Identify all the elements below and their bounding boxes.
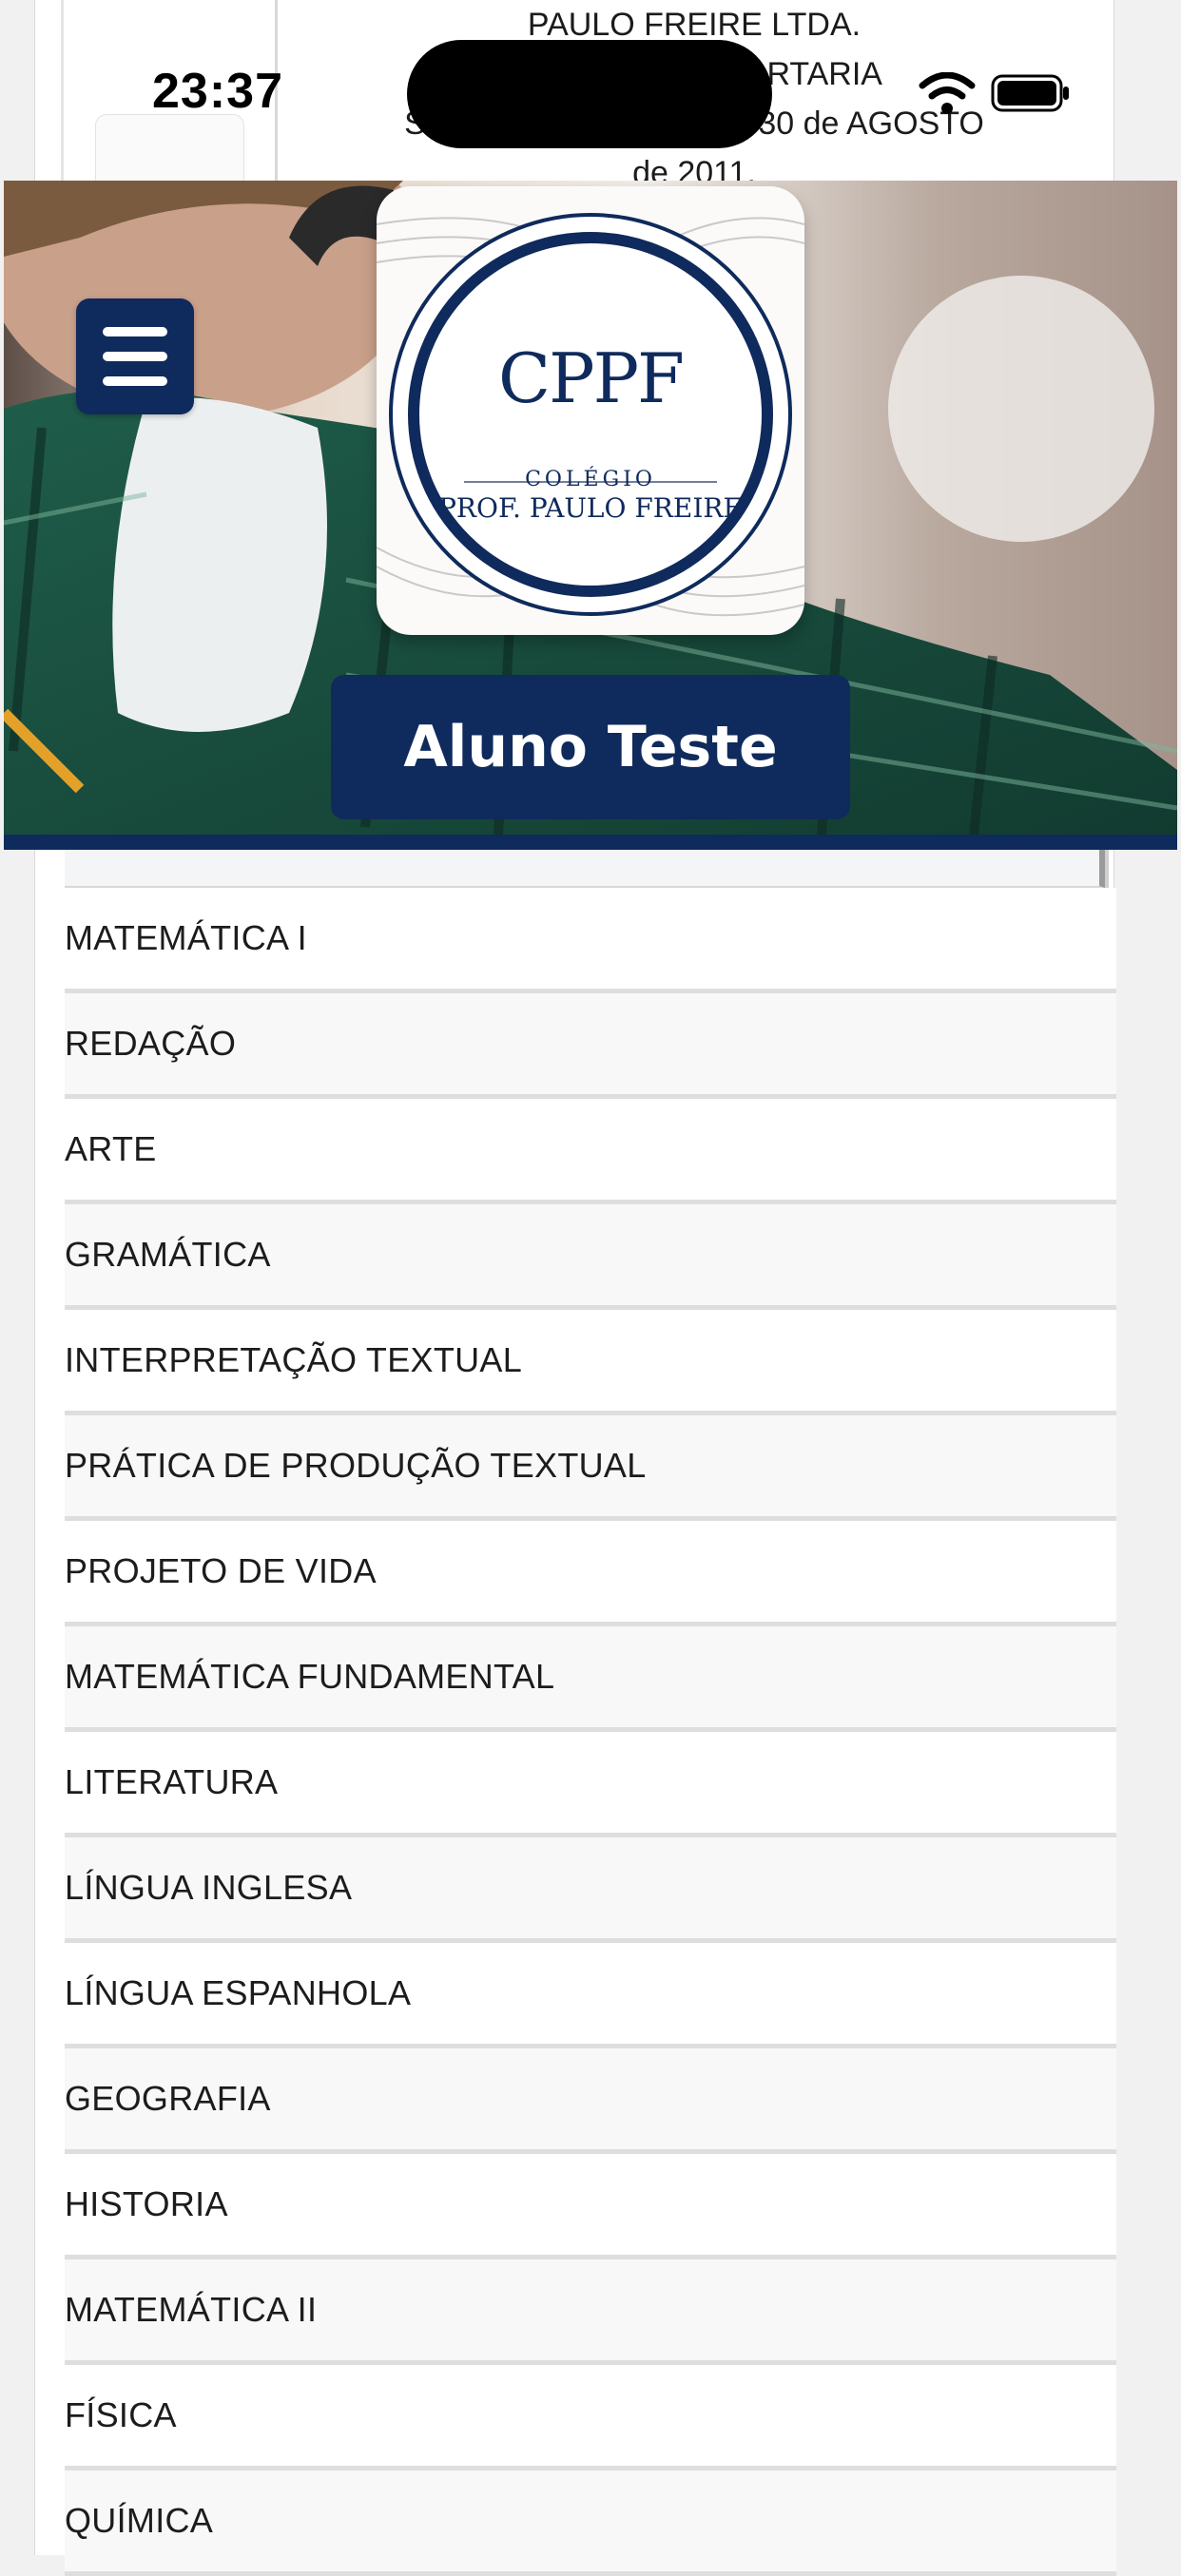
- subject-label: REDAÇÃO: [65, 1024, 237, 1063]
- subject-row[interactable]: GEOGRAFIA: [65, 2048, 1116, 2154]
- subject-row[interactable]: INTERPRETAÇÃO TEXTUAL: [65, 1310, 1116, 1415]
- subject-row[interactable]: LÍNGUA INGLESA: [65, 1837, 1116, 1943]
- dynamic-island: [407, 40, 772, 148]
- subject-row[interactable]: REDAÇÃO: [65, 993, 1116, 1099]
- subject-row[interactable]: HISTORIA: [65, 2154, 1116, 2259]
- subject-label: LÍNGUA INGLESA: [65, 1868, 353, 1907]
- subject-row[interactable]: FÍSICA: [65, 2365, 1116, 2470]
- subject-label: PRÁTICA DE PRODUÇÃO TEXTUAL: [65, 1446, 647, 1485]
- subject-label: LITERATURA: [65, 1762, 279, 1801]
- subject-rows: MATEMÁTICA I REDAÇÃO ARTE GRAMÁTICA INTERPRE…: [65, 888, 1116, 2576]
- subject-label: GRAMÁTICA: [65, 1235, 271, 1274]
- student-name-badge: Aluno Teste: [331, 675, 850, 819]
- subject-label: LÍNGUA ESPANHOLA: [65, 1973, 412, 2012]
- logo-abbreviation: CPPF: [498, 338, 685, 418]
- student-name: Aluno Teste: [403, 714, 778, 780]
- subject-row[interactable]: ARTE: [65, 1099, 1116, 1204]
- subject-label: PROJETO DE VIDA: [65, 1551, 377, 1590]
- wifi-icon: [919, 72, 976, 114]
- subject-row[interactable]: MATEMÁTICA FUNDAMENTAL: [65, 1626, 1116, 1732]
- subject-row[interactable]: LITERATURA: [65, 1732, 1116, 1837]
- subject-label: INTERPRETAÇÃO TEXTUAL: [65, 1340, 523, 1379]
- status-bar-time: 23:37: [152, 64, 283, 119]
- list-header-strip: [65, 850, 1105, 888]
- subject-row[interactable]: QUÍMICA: [65, 2470, 1116, 2576]
- subject-label: FÍSICA: [65, 2395, 177, 2434]
- logo-subtitle-small: COLÉGIO: [525, 468, 656, 491]
- subject-row[interactable]: MATEMÁTICA I: [65, 888, 1116, 993]
- subject-row[interactable]: MATEMÁTICA II: [65, 2259, 1116, 2365]
- subject-label: MATEMÁTICA II: [65, 2290, 318, 2329]
- subject-label: HISTORIA: [65, 2184, 228, 2223]
- subject-label: MATEMÁTICA I: [65, 918, 307, 957]
- subject-label: MATEMÁTICA FUNDAMENTAL: [65, 1657, 555, 1696]
- battery-icon: [991, 74, 1069, 112]
- subject-label: QUÍMICA: [65, 2501, 214, 2540]
- subject-label: ARTE: [65, 1129, 157, 1168]
- subject-row[interactable]: LÍNGUA ESPANHOLA: [65, 1943, 1116, 2048]
- school-logo: CPPF COLÉGIO PROF. PAULO FREIRE: [377, 186, 804, 635]
- subject-list: MATEMÁTICA I REDAÇÃO ARTE GRAMÁTICA INTERPRE…: [65, 850, 1116, 2576]
- logo-subtitle-main: PROF. PAULO FREIRE: [438, 492, 743, 524]
- subject-row[interactable]: PRÁTICA DE PRODUÇÃO TEXTUAL: [65, 1415, 1116, 1521]
- logo-divider: [464, 481, 717, 483]
- subject-row[interactable]: GRAMÁTICA: [65, 1204, 1116, 1310]
- menu-button[interactable]: [76, 298, 194, 414]
- header-divider: [4, 835, 1177, 850]
- subject-row[interactable]: PROJETO DE VIDA: [65, 1521, 1116, 1626]
- subject-label: GEOGRAFIA: [65, 2079, 271, 2118]
- background-tab: [95, 114, 244, 183]
